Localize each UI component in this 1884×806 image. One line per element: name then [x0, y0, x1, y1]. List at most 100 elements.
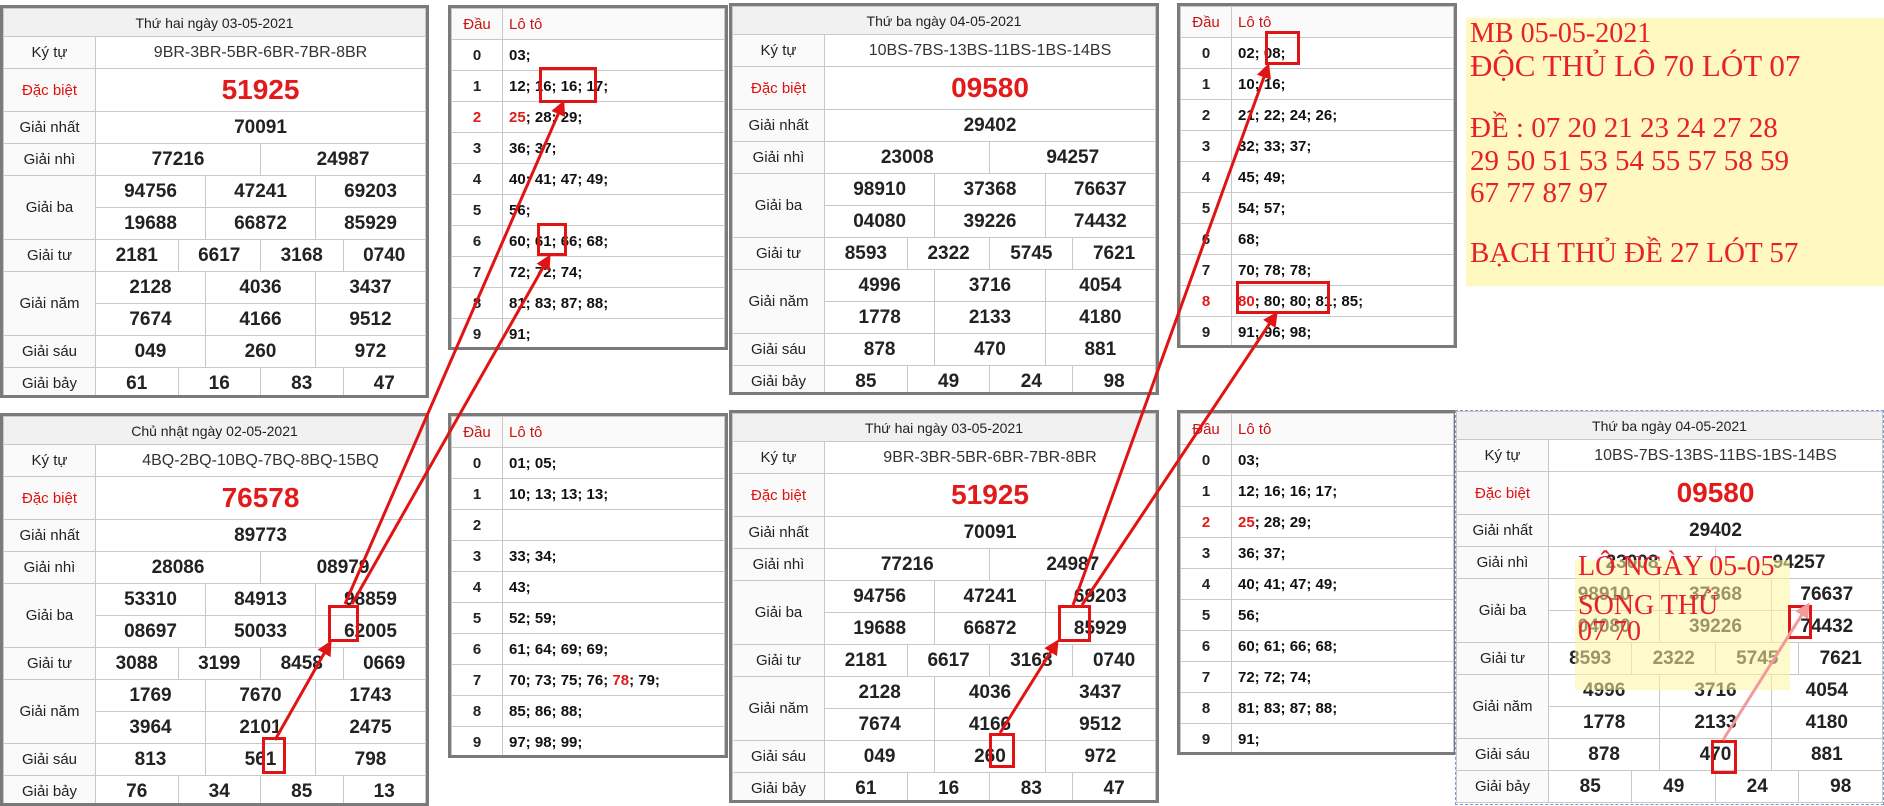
sixth-prize: 470 — [1660, 739, 1771, 771]
loto-numbers: 91; — [1232, 724, 1454, 755]
draw-date: Thứ hai ngày 03-05-2021 — [733, 414, 1156, 442]
loto-head-digit: 9 — [1181, 724, 1232, 755]
loto-row: 221; 22; 24; 26; — [1181, 100, 1454, 131]
loto-head-digit: 8 — [1181, 286, 1232, 317]
fourth-prize: 8593 — [825, 238, 908, 270]
sixth-prize: 813 — [96, 744, 206, 776]
label-loto: Lô tô — [1232, 414, 1454, 445]
fourth-prize: 7621 — [1073, 238, 1156, 270]
label-dau: Đầu — [1181, 7, 1232, 38]
fifth-prize: 2128 — [96, 272, 206, 304]
sixth-prize: 878 — [1549, 739, 1660, 771]
loto-table-sunday: ĐầuLô tô001; 05;110; 13; 13; 13;2333; 34… — [448, 413, 728, 758]
sixth-prize: 972 — [316, 336, 426, 368]
loto-head-digit: 6 — [452, 226, 503, 257]
loto-number-segment: 68; — [1238, 231, 1260, 248]
loto-number-segment: 45; 49; — [1238, 169, 1286, 186]
third-prize: 66872 — [935, 613, 1045, 645]
fifth-prize: 1769 — [96, 680, 206, 712]
loto-head-digit: 7 — [452, 257, 503, 288]
draw-date: Thứ ba ngày 04-05-2021 — [1457, 412, 1883, 440]
loto-row: 880; 80; 80; 81; 85; — [1181, 286, 1454, 317]
loto-number-segment: ; 80; 80; 81; 85; — [1255, 293, 1363, 310]
loto-row: 660; 61; 66; 68; — [452, 226, 725, 257]
loto-number-segment: 81; 83; 87; 88; — [509, 295, 608, 312]
loto-numbers: 01; 05; — [503, 448, 725, 479]
third-prize: 62005 — [316, 616, 426, 648]
fifth-prize: 4166 — [935, 709, 1045, 741]
label-giai-sau: Giải sáu — [1457, 739, 1549, 771]
loto-numbers: 52; 59; — [503, 603, 725, 634]
prediction-note: MB 05-05-2021 ĐỘC THỦ LÔ 70 LÓT 07 ĐỀ : … — [1470, 18, 1884, 270]
seventh-prize: 47 — [343, 368, 426, 399]
third-prize: 74432 — [1045, 206, 1155, 238]
fifth-prize: 1778 — [1549, 707, 1660, 739]
loto-table-monday-bottom: ĐầuLô tô003;112; 16; 16; 17;225; 28; 29;… — [1177, 410, 1457, 755]
loto-number-segment: 33; 34; — [509, 548, 557, 565]
fourth-prize: 3088 — [96, 648, 179, 680]
loto-row: 001; 05; — [452, 448, 725, 479]
loto-head-digit: 2 — [452, 102, 503, 133]
loto-number-segment: ; 28; 29; — [526, 109, 583, 126]
overlay-line-1: LÔ NGÀY 05-05 — [1578, 552, 1775, 581]
sixth-prize: 260 — [206, 336, 316, 368]
third-prize: 47241 — [206, 176, 316, 208]
label-dau: Đầu — [452, 417, 503, 448]
loto-head-digit: 7 — [452, 665, 503, 696]
loto-numbers: 36; 37; — [503, 133, 725, 164]
second-prize: 77216 — [825, 549, 990, 581]
sixth-prize: 049 — [96, 336, 206, 368]
fifth-prize: 4180 — [1045, 302, 1155, 334]
label-giai-nam: Giải năm — [1457, 675, 1549, 739]
loto-head-digit: 0 — [1181, 38, 1232, 69]
label-giai-nhi: Giải nhì — [4, 552, 96, 584]
loto-numbers: 10; 16; — [1232, 69, 1454, 100]
note-line-2: ĐỘC THỦ LÔ 70 LÓT 07 — [1470, 49, 1884, 84]
fifth-prize: 2128 — [825, 677, 935, 709]
seventh-prize: 98 — [1799, 771, 1883, 803]
loto-numbers: 97; 98; 99; — [503, 727, 725, 758]
fourth-prize: 0669 — [343, 648, 426, 680]
loto-number-segment: 12; 16; 16; 17; — [1238, 483, 1337, 500]
loto-row: 991; — [1181, 724, 1454, 755]
loto-number-segment: 40; 41; 47; 49; — [1238, 576, 1337, 593]
fifth-prize: 3437 — [1045, 677, 1155, 709]
fifth-prize: 3437 — [316, 272, 426, 304]
fifth-prize: 1778 — [825, 302, 935, 334]
loto-number-segment: 70; 78; 78; — [1238, 262, 1311, 279]
label-loto: Lô tô — [1232, 7, 1454, 38]
loto-table-tuesday-top: ĐầuLô tô002; 08;110; 16;221; 22; 24; 26;… — [1177, 3, 1457, 348]
loto-row: 112; 16; 16; 17; — [1181, 476, 1454, 507]
loto-row: 991; 96; 98; — [1181, 317, 1454, 348]
fifth-prize: 3964 — [96, 712, 206, 744]
fourth-prize: 2322 — [907, 238, 990, 270]
loto-numbers: 36; 37; — [1232, 538, 1454, 569]
loto-number-segment: 97; 98; 99; — [509, 734, 582, 751]
fourth-prize: 2181 — [825, 645, 908, 677]
label-giai-ba: Giải ba — [733, 581, 825, 645]
seventh-prize: 85 — [261, 776, 344, 806]
label-giai-tu: Giải tư — [733, 645, 825, 677]
loto-number-segment: 78 — [612, 672, 629, 689]
second-prize: 24987 — [990, 549, 1156, 581]
loto-head-digit: 7 — [1181, 662, 1232, 693]
third-prize: 39226 — [935, 206, 1045, 238]
loto-numbers: 03; — [503, 40, 725, 71]
fourth-prize: 3168 — [261, 240, 344, 272]
loto-head-digit: 6 — [452, 634, 503, 665]
label-giai-sau: Giải sáu — [4, 336, 96, 368]
third-prize: 98910 — [825, 174, 935, 206]
sixth-prize: 878 — [825, 334, 935, 366]
fifth-prize: 2133 — [1660, 707, 1771, 739]
third-prize: 04080 — [825, 206, 935, 238]
label-giai-bay: Giải bảy — [4, 776, 96, 806]
seventh-prize: 76 — [96, 776, 179, 806]
loto-numbers: 32; 33; 37; — [1232, 131, 1454, 162]
label-giai-tu: Giải tư — [4, 240, 96, 272]
loto-row: 336; 37; — [452, 133, 725, 164]
loto-number-segment: 25 — [1238, 514, 1255, 531]
loto-number-segment: 02; 08; — [1238, 45, 1286, 62]
loto-row: 556; — [1181, 600, 1454, 631]
loto-head-digit: 4 — [1181, 569, 1232, 600]
loto-number-segment: 81; 83; 87; 88; — [1238, 700, 1337, 717]
